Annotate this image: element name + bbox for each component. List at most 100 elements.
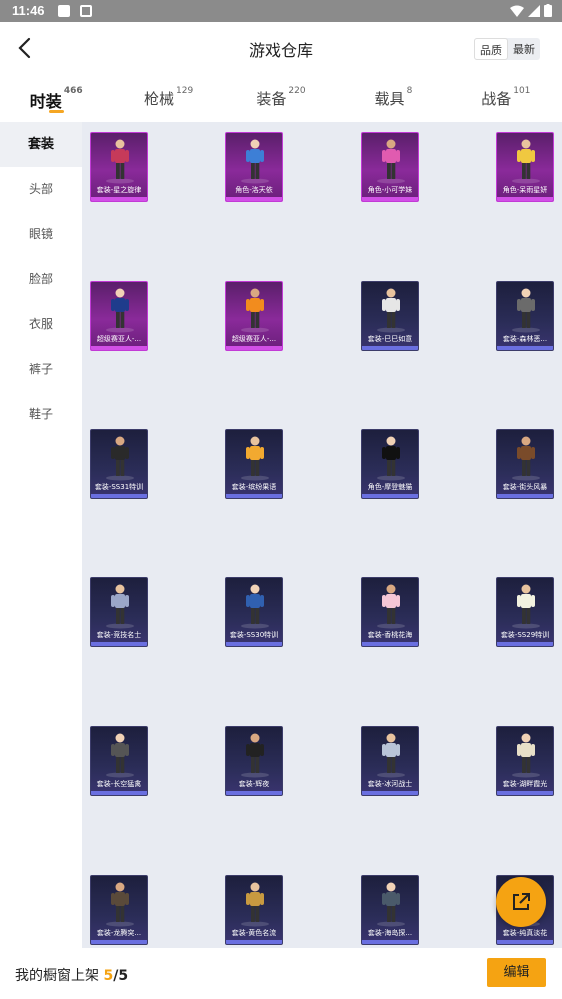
- showcase-bar: 我的橱窗上架 5/5 编辑: [0, 948, 562, 999]
- inventory-item-card[interactable]: 套装-辉夜: [225, 726, 283, 796]
- inventory-item-card[interactable]: 套装-香桃花海: [361, 577, 419, 647]
- status-bar: 11:46: [0, 0, 562, 22]
- item-label: 套装-龙腾突...: [96, 929, 142, 937]
- rarity-strip: [91, 791, 147, 795]
- inventory-item-card[interactable]: 角色-小可学妹: [361, 132, 419, 202]
- outfit-thumbnail: [241, 288, 269, 333]
- showcase-count: 5: [103, 968, 114, 984]
- rarity-strip: [362, 642, 418, 646]
- app-notification-icon: [80, 5, 92, 17]
- tab-count: 466: [63, 86, 83, 96]
- sidebar-item-pants[interactable]: 裤子: [0, 347, 82, 392]
- outfit-thumbnail: [241, 584, 269, 629]
- inventory-item-card[interactable]: 角色-摩登魅猫: [361, 429, 419, 499]
- tab-count: 220: [288, 86, 306, 96]
- inventory-item-card[interactable]: 套装-竞技名士: [90, 577, 148, 647]
- rarity-strip: [497, 197, 553, 201]
- outfit-thumbnail: [512, 733, 540, 778]
- share-button[interactable]: [496, 877, 546, 927]
- outfit-thumbnail: [512, 139, 540, 184]
- outfit-thumbnail: [241, 436, 269, 481]
- inventory-item-card[interactable]: 套装-长空猛禽: [90, 726, 148, 796]
- item-label: 套装-香桃花海: [367, 631, 413, 639]
- inventory-item-card[interactable]: 套装-海岛探...: [361, 875, 419, 945]
- item-label: 角色-呆雨星妍: [502, 186, 548, 194]
- outfit-thumbnail: [241, 139, 269, 184]
- outfit-thumbnail: [106, 584, 134, 629]
- item-label: 超级赛亚人-...: [96, 335, 142, 343]
- battery-icon: [544, 4, 552, 17]
- inventory-item-card[interactable]: 套装-湖畔霞光: [496, 726, 554, 796]
- outfit-thumbnail: [377, 436, 405, 481]
- outfit-thumbnail: [377, 288, 405, 333]
- status-icons: [510, 4, 552, 17]
- inventory-item-card[interactable]: 套装-巳巳如意: [361, 281, 419, 351]
- inventory-item-card[interactable]: 超级赛亚人-...: [90, 281, 148, 351]
- rarity-strip: [497, 346, 553, 350]
- item-label: 套装-森林恶...: [502, 335, 548, 343]
- outfit-thumbnail: [377, 584, 405, 629]
- edit-button[interactable]: 编辑: [487, 958, 546, 987]
- rarity-strip: [226, 791, 282, 795]
- rarity-strip: [91, 494, 147, 498]
- tab-weapons[interactable]: 枪械 129: [112, 74, 224, 122]
- rarity-strip: [362, 940, 418, 944]
- tab-count: 129: [176, 86, 194, 96]
- outfit-thumbnail: [106, 882, 134, 927]
- inventory-item-card[interactable]: 套装-SS30特训: [225, 577, 283, 647]
- inventory-item-card[interactable]: 套装-星之旋律: [90, 132, 148, 202]
- item-label: 套装-SS30特训: [229, 631, 279, 639]
- share-external-icon: [513, 893, 530, 910]
- inventory-item-card[interactable]: 套装-SS31特训: [90, 429, 148, 499]
- outfit-thumbnail: [377, 733, 405, 778]
- rarity-strip: [226, 494, 282, 498]
- wifi-icon: [510, 5, 524, 17]
- outfit-thumbnail: [106, 288, 134, 333]
- inventory-item-card[interactable]: 套装-街头风暴: [496, 429, 554, 499]
- item-label: 套装-辉夜: [238, 780, 270, 788]
- item-label: 套装-黄色名流: [231, 929, 277, 937]
- sort-quality-option[interactable]: 品质: [474, 38, 508, 60]
- item-label: 套装-长空猛禽: [96, 780, 142, 788]
- rarity-strip: [91, 197, 147, 201]
- outfit-thumbnail: [106, 139, 134, 184]
- inventory-item-card[interactable]: 套装-冰河战士: [361, 726, 419, 796]
- tab-combat-gear[interactable]: 战备 101: [450, 74, 562, 122]
- item-label: 套装-海岛探...: [367, 929, 413, 937]
- sidebar-item-glasses[interactable]: 眼镜: [0, 212, 82, 257]
- active-tab-indicator: [49, 110, 65, 113]
- rarity-strip: [91, 346, 147, 350]
- outfit-thumbnail: [377, 882, 405, 927]
- outfit-thumbnail: [512, 584, 540, 629]
- inventory-item-card[interactable]: 角色-呆雨星妍: [496, 132, 554, 202]
- rarity-strip: [91, 642, 147, 646]
- item-label: 套装-街头风暴: [502, 483, 548, 491]
- tab-vehicles[interactable]: 载具 8: [337, 74, 449, 122]
- rarity-strip: [362, 494, 418, 498]
- sort-latest-option[interactable]: 最新: [508, 38, 540, 60]
- sidebar-item-face[interactable]: 脸部: [0, 257, 82, 302]
- item-label: 套装-冰河战士: [367, 780, 413, 788]
- tab-label: 战备: [481, 90, 512, 108]
- sidebar-item-clothes[interactable]: 衣服: [0, 302, 82, 347]
- sidebar-item-shoes[interactable]: 鞋子: [0, 392, 82, 437]
- inventory-item-card[interactable]: 套装-森林恶...: [496, 281, 554, 351]
- sidebar-item-head[interactable]: 头部: [0, 167, 82, 212]
- tab-count: 101: [513, 86, 531, 96]
- sidebar-item-outfit[interactable]: 套装: [0, 122, 82, 167]
- outfit-thumbnail: [241, 733, 269, 778]
- inventory-item-card[interactable]: 套装-黄色名流: [225, 875, 283, 945]
- tab-label: 时装: [29, 92, 62, 111]
- outfit-thumbnail: [106, 436, 134, 481]
- tab-label: 装备: [256, 90, 287, 108]
- inventory-item-card[interactable]: 套装-缤纷果语: [225, 429, 283, 499]
- item-grid: 套装-星之旋律 角色-洛天依 角色-小可学妹 角色-呆雨星妍超级赛亚人-... 超级赛亚…: [82, 122, 562, 948]
- item-label: 角色-摩登魅猫: [367, 483, 413, 491]
- tab-equipment[interactable]: 装备 220: [225, 74, 337, 122]
- tab-fashion[interactable]: 时装466: [0, 74, 112, 122]
- inventory-item-card[interactable]: 套装-SS29特训: [496, 577, 554, 647]
- inventory-item-card[interactable]: 超级赛亚人-...: [225, 281, 283, 351]
- inventory-item-card[interactable]: 角色-洛天依: [225, 132, 283, 202]
- inventory-item-card[interactable]: 套装-龙腾突...: [90, 875, 148, 945]
- rarity-strip: [226, 940, 282, 944]
